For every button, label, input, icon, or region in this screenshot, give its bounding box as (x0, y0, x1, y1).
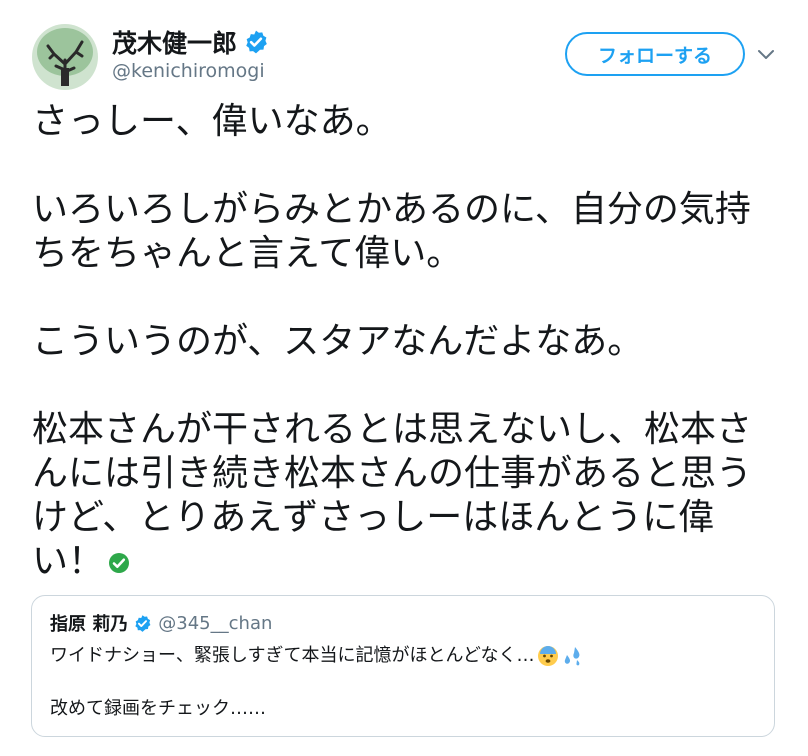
author-name-row: 茂木健一郎 (112, 24, 269, 60)
quoted-author-handle: @345__chan (158, 612, 273, 634)
quoted-line-text: ワイドナショー、緊張しすぎて本当に記憶がほとんどなく… (50, 645, 535, 666)
quoted-author-name: 指原 莉乃 (50, 614, 129, 635)
tweet-line: こういうのが、スタアなんだよなあ。 (32, 321, 644, 362)
tweet-line: 松本さんが干されるとは思えないし、松本さ (32, 409, 753, 450)
check-mark-emoji-icon (109, 553, 130, 573)
chevron-down-icon[interactable] (756, 44, 776, 64)
tweet-line: ちをちゃんと言えて偉い。 (32, 233, 463, 274)
verified-badge-icon (135, 614, 151, 632)
quoted-line: 改めて録画をチェック…… (50, 698, 266, 719)
tweet-line: んには引き続き松本さんの仕事があると思う (32, 453, 753, 494)
author-name[interactable]: 茂木健一郎 (112, 24, 237, 60)
quoted-line: ワイドナショー、緊張しすぎて本当に記憶がほとんどなく… (50, 644, 583, 668)
tweet-line-last: い！ (32, 540, 772, 584)
avatar[interactable] (32, 24, 98, 90)
quoted-header: 指原 莉乃 @345__chan (50, 610, 272, 636)
tweet-text: さっしー、偉いなあ。 いろいろしがらみとかあるのに、自分の気持 ちをちゃんと言え… (32, 100, 772, 584)
tweet-line: いろいろしがらみとかあるのに、自分の気持 (32, 189, 751, 230)
author-handle[interactable]: @kenichiromogi (112, 60, 265, 82)
verified-badge-icon (246, 30, 267, 54)
quoted-text: ワイドナショー、緊張しすぎて本当に記憶がほとんどなく… (50, 644, 583, 668)
follow-button[interactable]: フォローする (565, 32, 745, 76)
sweat-droplets-emoji-icon (564, 647, 580, 666)
quoted-tweet[interactable]: 指原 莉乃 @345__chan ワイドナショー、緊張しすぎて本当に記憶がほとん… (31, 595, 775, 737)
tweet-line: い！ (32, 541, 105, 582)
avatar-image (32, 24, 98, 90)
tweet-line: けど、とりあえずさっしーはほんとうに偉 (32, 497, 715, 538)
anxious-face-emoji-icon (537, 646, 558, 666)
tweet-line: さっしー、偉いなあ。 (32, 101, 392, 142)
